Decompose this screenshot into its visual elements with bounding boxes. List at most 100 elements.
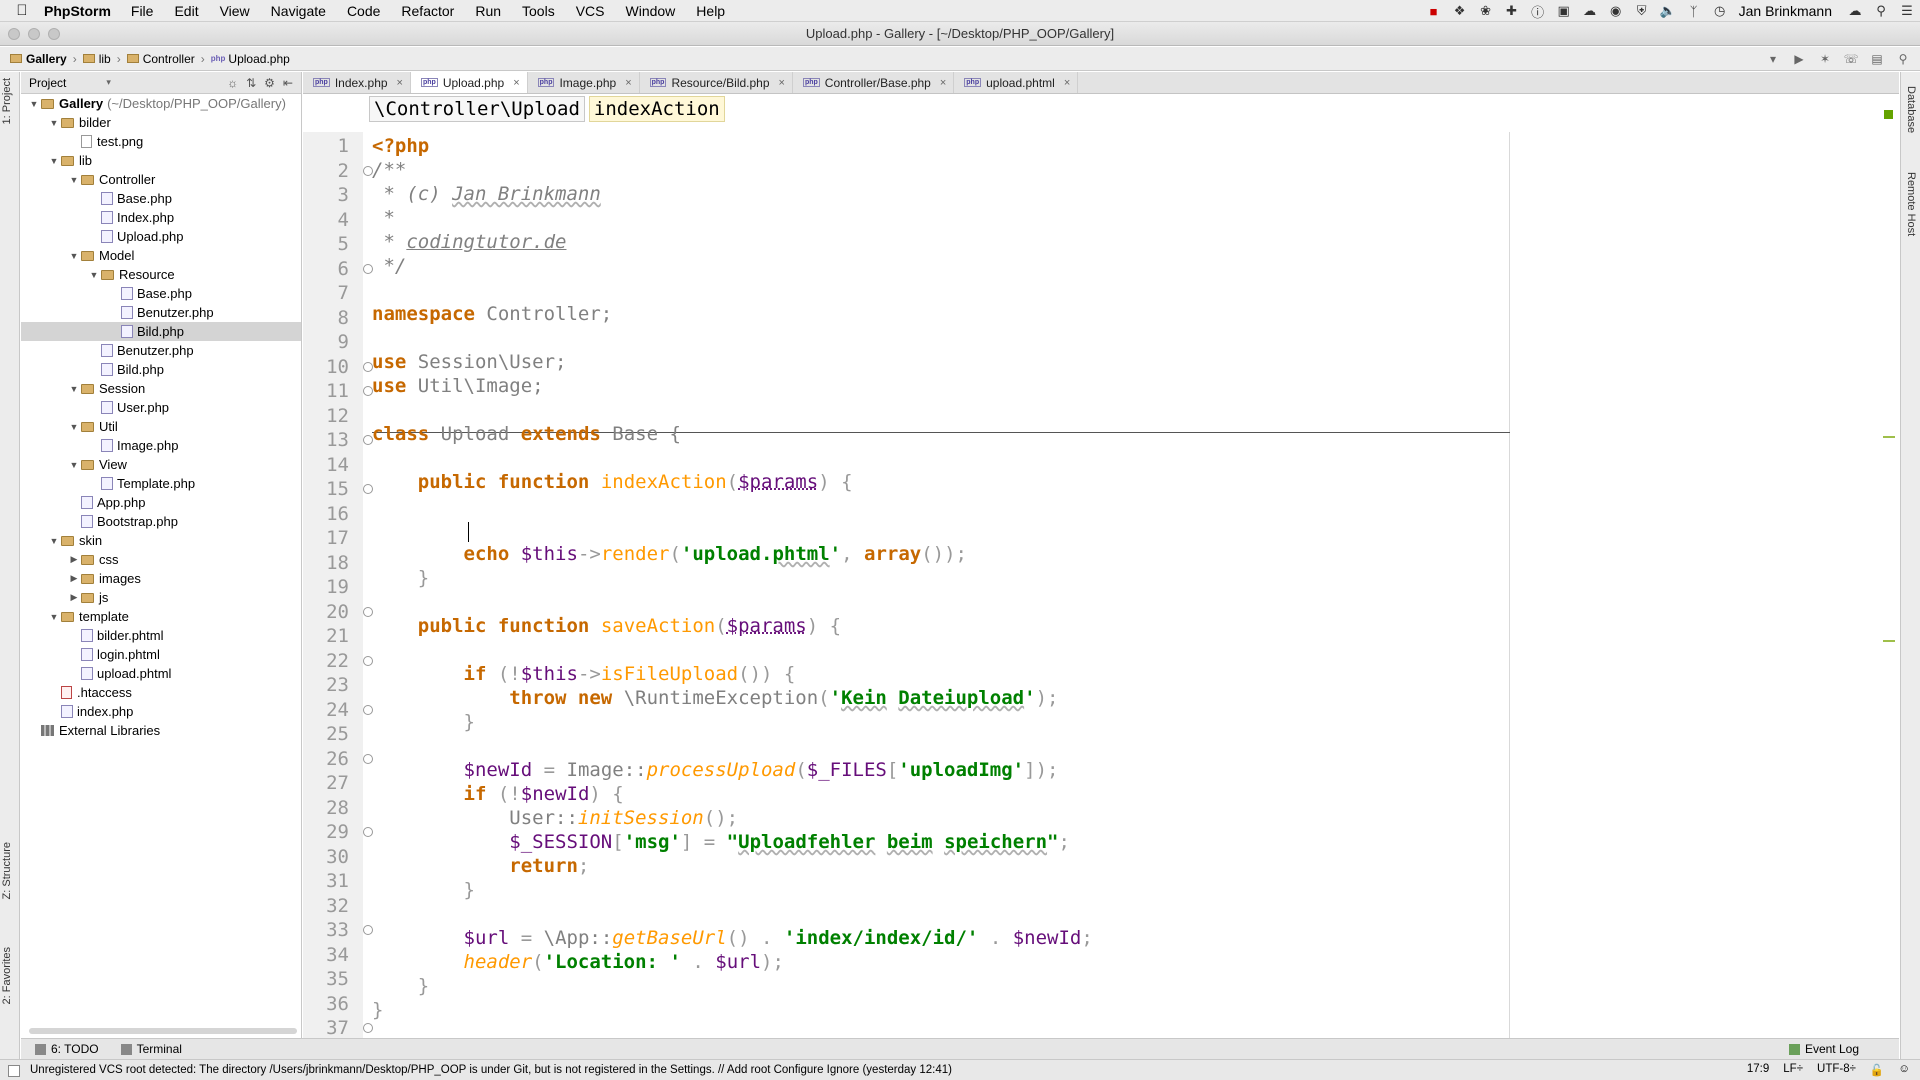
close-icon[interactable]: × — [1064, 77, 1070, 89]
fold-marker-icon[interactable] — [363, 1023, 373, 1033]
tree-item[interactable]: ▼ Resource — [21, 265, 301, 284]
app-icon[interactable]: ▣ — [1551, 3, 1577, 19]
tree-item[interactable]: bilder.phtml — [21, 626, 301, 645]
project-view-selector[interactable]: Project — [29, 76, 66, 90]
breadcrumb-class[interactable]: \Controller\Upload — [369, 96, 585, 122]
line-number[interactable]: 26 — [309, 747, 349, 771]
chevron-down-icon[interactable]: ▼ — [67, 384, 81, 394]
chevron-right-icon[interactable]: ▶ — [67, 573, 81, 584]
tree-item[interactable]: ▼ template — [21, 607, 301, 626]
fold-marker-icon[interactable] — [363, 361, 373, 372]
line-number[interactable]: 14 — [309, 453, 349, 477]
line-number[interactable]: 19 — [309, 575, 349, 599]
editor-tab[interactable]: php Resource/Bild.php × — [640, 72, 793, 93]
nav-crumb-upload[interactable]: php Upload.php — [211, 52, 290, 66]
editor-tab[interactable]: php Upload.php × — [410, 72, 528, 93]
terminal-tool-button[interactable]: Terminal — [120, 1042, 182, 1056]
line-number[interactable]: 29 — [309, 820, 349, 844]
line-number[interactable]: 31 — [309, 869, 349, 893]
tree-item[interactable]: index.php — [21, 702, 301, 721]
tree-item[interactable]: ▼ Controller — [21, 170, 301, 189]
tree-item[interactable]: ▼ Session — [21, 379, 301, 398]
listen-debug-icon[interactable]: ☏ — [1840, 49, 1862, 69]
tree-item[interactable]: ▼ lib — [21, 151, 301, 170]
breadcrumb-method[interactable]: indexAction — [588, 96, 725, 122]
project-tool-tab[interactable]: 1: Project — [1, 78, 13, 124]
line-separator[interactable]: LF÷ — [1783, 1063, 1803, 1077]
tree-item[interactable]: ▼ skin — [21, 531, 301, 550]
chevron-down-icon[interactable]: ▾ — [106, 77, 111, 88]
line-number[interactable]: 20 — [309, 600, 349, 624]
leaf-icon[interactable]: ❀ — [1473, 3, 1499, 19]
close-icon[interactable]: × — [513, 77, 519, 89]
line-number[interactable]: 10 — [309, 355, 349, 379]
line-number[interactable]: 34 — [309, 943, 349, 967]
evernote-icon[interactable]: ◉ — [1603, 3, 1629, 19]
run-config-dropdown-icon[interactable]: ▾ — [1762, 49, 1784, 69]
line-number[interactable]: 15 — [309, 477, 349, 501]
change-marker[interactable] — [1883, 436, 1895, 438]
remote-host-tool-tab[interactable]: Remote Host — [1905, 172, 1917, 236]
editor-tab[interactable]: php Controller/Base.php × — [793, 72, 955, 93]
chevron-down-icon[interactable]: ▼ — [67, 422, 81, 432]
line-number[interactable]: 16 — [309, 502, 349, 526]
fold-marker-icon[interactable] — [363, 606, 373, 617]
record-icon[interactable]: ■ — [1421, 4, 1447, 19]
menu-run[interactable]: Run — [475, 3, 501, 19]
cloud-icon[interactable]: ☁ — [1577, 3, 1603, 19]
menu-app-name[interactable]: PhpStorm — [44, 3, 111, 19]
line-number[interactable]: 9 — [309, 330, 349, 354]
menu-help[interactable]: Help — [696, 3, 725, 19]
tree-item[interactable]: login.phtml — [21, 645, 301, 664]
tree-item[interactable]: Benutzer.php — [21, 341, 301, 360]
tree-item[interactable]: ▼ Model — [21, 246, 301, 265]
line-number[interactable]: 13 — [309, 428, 349, 452]
line-number[interactable]: 1 — [309, 134, 349, 158]
code-editor[interactable]: 1 2 3 4 5 6 7 8 9 10 11 12 13 14 15 16 17 18 19 20 21 22 23 24 2… — [303, 132, 1899, 1038]
tree-item[interactable]: Image.php — [21, 436, 301, 455]
tree-item[interactable]: ▼ Util — [21, 417, 301, 436]
minimize-window-button[interactable] — [28, 28, 40, 40]
line-number[interactable]: 24 — [309, 698, 349, 722]
menu-view[interactable]: View — [220, 3, 250, 19]
tree-item[interactable]: User.php — [21, 398, 301, 417]
chevron-down-icon[interactable]: ▼ — [47, 536, 61, 546]
time-machine-icon[interactable]: ◷ — [1707, 3, 1733, 19]
tree-item[interactable]: Bild.php — [21, 360, 301, 379]
status-message[interactable]: Unregistered VCS root detected: The dire… — [30, 1064, 952, 1076]
line-number[interactable]: 37 — [309, 1016, 349, 1038]
fold-marker-icon[interactable] — [363, 165, 373, 176]
chevron-down-icon[interactable]: ▼ — [27, 99, 41, 109]
close-window-button[interactable] — [8, 28, 20, 40]
menu-vcs[interactable]: VCS — [576, 3, 605, 19]
line-number[interactable]: 25 — [309, 722, 349, 746]
tree-item[interactable]: test.png — [21, 132, 301, 151]
fold-marker-icon[interactable] — [363, 753, 373, 764]
gear-icon[interactable]: ⚙ — [264, 76, 275, 90]
debug-icon[interactable]: ✶ — [1814, 49, 1836, 69]
line-number[interactable]: 21 — [309, 624, 349, 648]
tree-item[interactable]: App.php — [21, 493, 301, 512]
structure-tool-tab[interactable]: Z: Structure — [1, 842, 13, 899]
editor-tab[interactable]: php Image.php × — [528, 72, 640, 93]
menu-tools[interactable]: Tools — [522, 3, 555, 19]
tree-item[interactable]: ▶ css — [21, 550, 301, 569]
tree-item[interactable]: upload.phtml — [21, 664, 301, 683]
line-number[interactable]: 32 — [309, 894, 349, 918]
inspection-ok-icon[interactable] — [1884, 110, 1893, 119]
line-number[interactable]: 28 — [309, 796, 349, 820]
editor-tab[interactable]: php Index.php × — [303, 72, 411, 93]
lock-icon[interactable]: ☁ — [1842, 3, 1868, 19]
favorites-tool-tab[interactable]: 2: Favorites — [1, 947, 13, 1004]
nav-crumb-lib[interactable]: lib — [82, 52, 111, 66]
vcs-icon[interactable]: ▤ — [1866, 49, 1888, 69]
search-icon[interactable]: ⚲ — [1892, 49, 1914, 69]
fold-marker-icon[interactable] — [363, 435, 373, 445]
line-number[interactable]: 2 — [309, 159, 349, 183]
fold-marker-icon[interactable] — [363, 655, 373, 666]
user-name[interactable]: Jan Brinkmann — [1739, 3, 1832, 19]
event-log-button[interactable]: Event Log — [1788, 1042, 1859, 1056]
info-icon[interactable]: ⓘ — [1525, 2, 1551, 21]
line-number-gutter[interactable]: 1 2 3 4 5 6 7 8 9 10 11 12 13 14 15 16 17 18 19 20 21 22 23 24 2… — [303, 132, 363, 1038]
tree-item[interactable]: ▶ js — [21, 588, 301, 607]
